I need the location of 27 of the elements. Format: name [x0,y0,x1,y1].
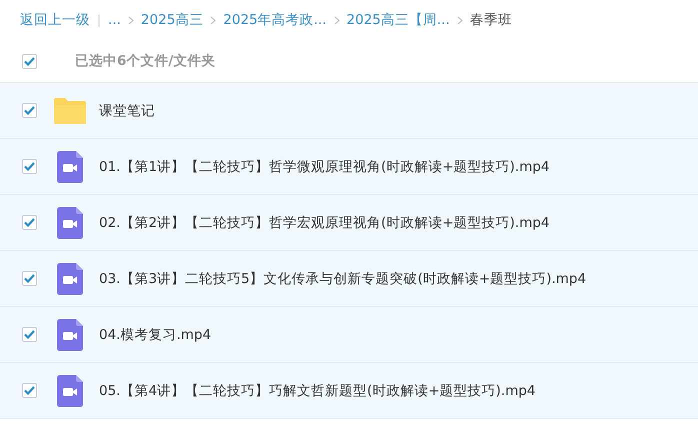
video-file-icon [57,374,83,406]
chevron-icon [128,16,134,24]
current-folder[interactable]: 春季班 [470,11,512,29]
video-file-icon [57,206,83,238]
video-file-icon [57,150,83,182]
chevron-icon [456,16,463,24]
breadcrumb-link[interactable]: ... [108,12,121,28]
video-file-icon [57,262,83,294]
breadcrumb-link[interactable]: 2025年高考政... [223,11,327,29]
chevron-icon [334,16,340,24]
video-file-icon [57,318,83,350]
selection-count: 已选中6个文件/文件夹 [75,52,216,70]
checkbox[interactable] [22,271,37,286]
checkbox[interactable] [22,54,37,68]
breadcrumb-link[interactable]: 2025高三 [140,11,204,29]
separator: | [97,13,102,27]
folder-icon [53,96,87,124]
checkbox[interactable] [22,159,37,174]
back-link[interactable]: 返回上一级 [20,11,90,29]
checkbox[interactable] [22,383,37,398]
breadcrumb-link[interactable]: 2025高三【周... [346,11,450,29]
checkbox[interactable] [22,103,37,118]
chevron-icon [210,16,216,24]
checkbox[interactable] [22,215,37,230]
file-name[interactable]: 课堂笔记 [99,102,155,120]
file-name[interactable]: 04.模考复习.mp4 [99,326,212,344]
checkbox[interactable] [22,327,37,342]
